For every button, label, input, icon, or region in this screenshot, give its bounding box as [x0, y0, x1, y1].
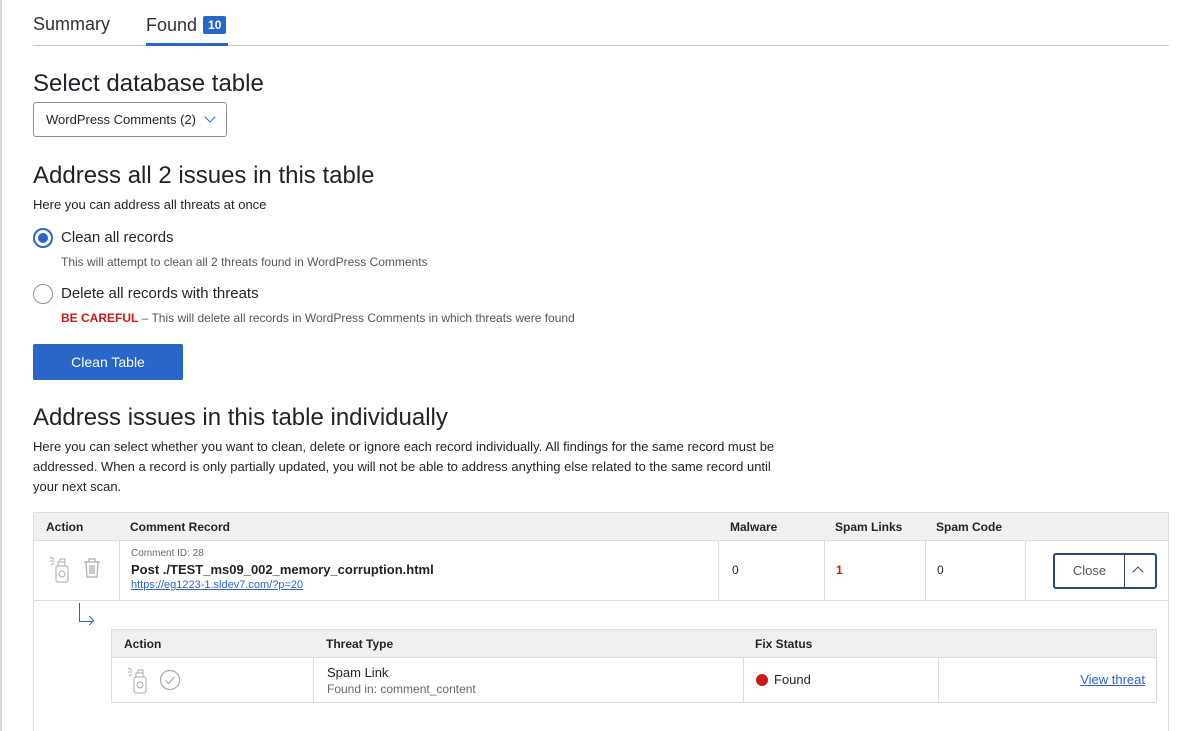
record-title: Post ./TEST_ms09_002_memory_corruption.h… [131, 562, 434, 577]
arrow-right-icon [84, 615, 95, 626]
col-comment-record: Comment Record [130, 520, 231, 534]
threat-type: Spam Link [327, 665, 389, 680]
delete-all-label[interactable]: Delete all records with threats [61, 285, 259, 302]
comment-id: Comment ID: 28 [131, 548, 204, 559]
col-spam-code: Spam Code [936, 520, 1003, 534]
threat-found-in: Found in: comment_content [327, 682, 476, 696]
address-individual-description: Here you can select whether you want to … [33, 439, 775, 494]
records-table: Action Comment Record Malware Spam Links… [33, 512, 1169, 731]
column-divider [743, 658, 744, 702]
be-careful-warning: BE CAREFUL [61, 311, 139, 325]
malware-count: 0 [732, 563, 739, 577]
column-divider [718, 541, 719, 601]
trash-icon[interactable] [82, 557, 102, 584]
check-circle-icon[interactable] [159, 669, 181, 696]
address-all-description: Here you can address all threats at once [33, 197, 267, 212]
clean-spray-icon[interactable] [126, 665, 150, 700]
delete-all-radio[interactable] [33, 284, 53, 304]
tab-bar: Summary Found 10 [33, 0, 1169, 46]
threats-subtable: Action Threat Type Fix Status Spam Link … [111, 629, 1157, 703]
clean-spray-icon[interactable] [48, 554, 72, 589]
record-url-link[interactable]: https://eg1223-1.sldev7.com/?p=20 [131, 579, 303, 591]
threat-row: Spam Link Found in: comment_content Foun… [112, 658, 1156, 702]
select-table-heading: Select database table [33, 70, 264, 97]
column-divider [938, 658, 939, 702]
records-table-header: Action Comment Record Malware Spam Links… [34, 513, 1168, 541]
table-row: Comment ID: 28 Post ./TEST_ms09_002_memo… [34, 541, 1168, 601]
close-toggle-button[interactable]: Close [1053, 553, 1157, 589]
clean-all-radio[interactable] [33, 228, 53, 248]
column-divider [313, 658, 314, 702]
column-divider [824, 541, 825, 601]
tab-summary[interactable]: Summary [33, 14, 110, 35]
left-border [0, 0, 2, 731]
delete-all-help-text: – This will delete all records in WordPr… [138, 311, 575, 325]
col-malware: Malware [730, 520, 778, 534]
delete-all-help: BE CAREFUL – This will delete all record… [61, 311, 575, 325]
table-select[interactable]: WordPress Comments (2) [33, 102, 227, 137]
address-individual-heading: Address issues in this table individuall… [33, 404, 448, 431]
address-all-heading: Address all 2 issues in this table [33, 162, 375, 189]
sub-col-threat-type: Threat Type [326, 637, 394, 651]
column-divider [925, 541, 926, 601]
view-threat-link[interactable]: View threat [1080, 672, 1145, 687]
col-action: Action [46, 520, 84, 534]
spam-links-count: 1 [836, 563, 843, 577]
threats-subtable-header: Action Threat Type Fix Status [112, 630, 1156, 658]
clean-table-button[interactable]: Clean Table [33, 344, 183, 380]
tab-found-label: Found [146, 14, 198, 35]
connector-line [79, 603, 80, 621]
column-divider [119, 541, 120, 601]
tab-found[interactable]: Found 10 [146, 14, 229, 46]
chevron-down-icon [204, 111, 216, 123]
clean-all-help: This will attempt to clean all 2 threats… [61, 255, 428, 269]
chevron-up-icon[interactable] [1132, 566, 1144, 578]
clean-all-label[interactable]: Clean all records [61, 229, 174, 246]
table-select-value: WordPress Comments (2) [46, 112, 197, 127]
fix-status: Found [774, 672, 811, 687]
col-spam-links: Spam Links [835, 520, 903, 534]
column-divider [1025, 541, 1026, 601]
spam-code-count: 0 [937, 563, 944, 577]
sub-col-fix-status: Fix Status [755, 637, 813, 651]
status-dot-icon [756, 674, 768, 686]
close-button-label[interactable]: Close [1055, 555, 1125, 587]
sub-col-action: Action [124, 637, 162, 651]
found-count-badge: 10 [203, 16, 227, 35]
